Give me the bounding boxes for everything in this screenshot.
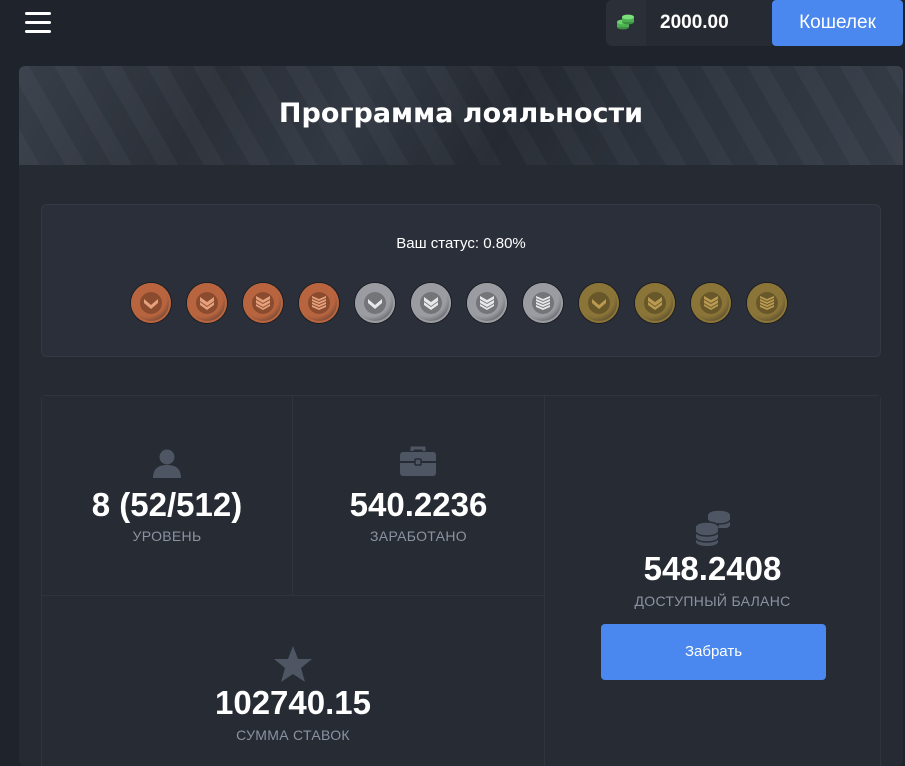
status-text: Ваш статус: 0.80% — [396, 235, 526, 252]
available-balance-value: 548.2408 — [643, 550, 782, 587]
page-banner: Программа лояльности — [19, 66, 903, 165]
wallet-button[interactable]: Кошелек — [772, 0, 903, 46]
earned-value: 540.2236 — [349, 486, 488, 523]
balance-cell: 548.2408 ДОСТУПНЫЙ БАЛАНС Забрать — [545, 396, 880, 766]
user-icon — [153, 449, 181, 478]
medal-bronze-3-icon — [243, 283, 283, 323]
medal-silver-3-icon — [467, 283, 507, 323]
claim-button[interactable]: Забрать — [601, 624, 826, 680]
money-stack-icon — [606, 0, 646, 46]
level-value: 8 (52/512) — [91, 486, 243, 523]
available-balance-label: ДОСТУПНЫЙ БАЛАНС — [634, 593, 791, 609]
medal-gold-3-icon — [691, 283, 731, 323]
medal-silver-4-icon — [523, 283, 563, 323]
medal-silver-2-icon — [411, 283, 451, 323]
bets-sum-cell: 102740.15 СУММА СТАВОК — [42, 596, 545, 766]
coins-icon — [695, 509, 731, 546]
level-label: УРОВЕНЬ — [132, 528, 202, 544]
status-box: Ваш статус: 0.80% — [41, 204, 881, 357]
medal-gold-4-icon — [747, 283, 787, 323]
bets-sum-value: 102740.15 — [215, 684, 371, 721]
stats-grid: 8 (52/512) УРОВЕНЬ 540.2236 ЗАРАБОТАНО 1… — [41, 395, 881, 766]
loyalty-panel: Программа лояльности Ваш статус: 0.80% 8… — [19, 66, 903, 766]
medal-bronze-1-icon — [131, 283, 171, 323]
medal-gold-1-icon — [579, 283, 619, 323]
top-bar: 2000.00 Кошелек — [0, 0, 905, 46]
wallet-widget: 2000.00 Кошелек — [606, 0, 903, 46]
earned-cell: 540.2236 ЗАРАБОТАНО — [293, 396, 545, 596]
page-title: Программа лояльности — [278, 98, 644, 129]
earned-label: ЗАРАБОТАНО — [370, 528, 467, 544]
medal-silver-1-icon — [355, 283, 395, 323]
balance-display: 2000.00 — [646, 0, 772, 46]
medal-bronze-4-icon — [299, 283, 339, 323]
medal-gold-2-icon — [635, 283, 675, 323]
briefcase-icon — [400, 446, 436, 476]
hamburger-icon[interactable] — [25, 12, 51, 34]
level-cell: 8 (52/512) УРОВЕНЬ — [42, 396, 293, 596]
balance-amount: 2000.00 — [660, 12, 729, 33]
bets-sum-label: СУММА СТАВОК — [236, 727, 350, 743]
medal-bronze-2-icon — [187, 283, 227, 323]
star-icon — [274, 646, 312, 682]
